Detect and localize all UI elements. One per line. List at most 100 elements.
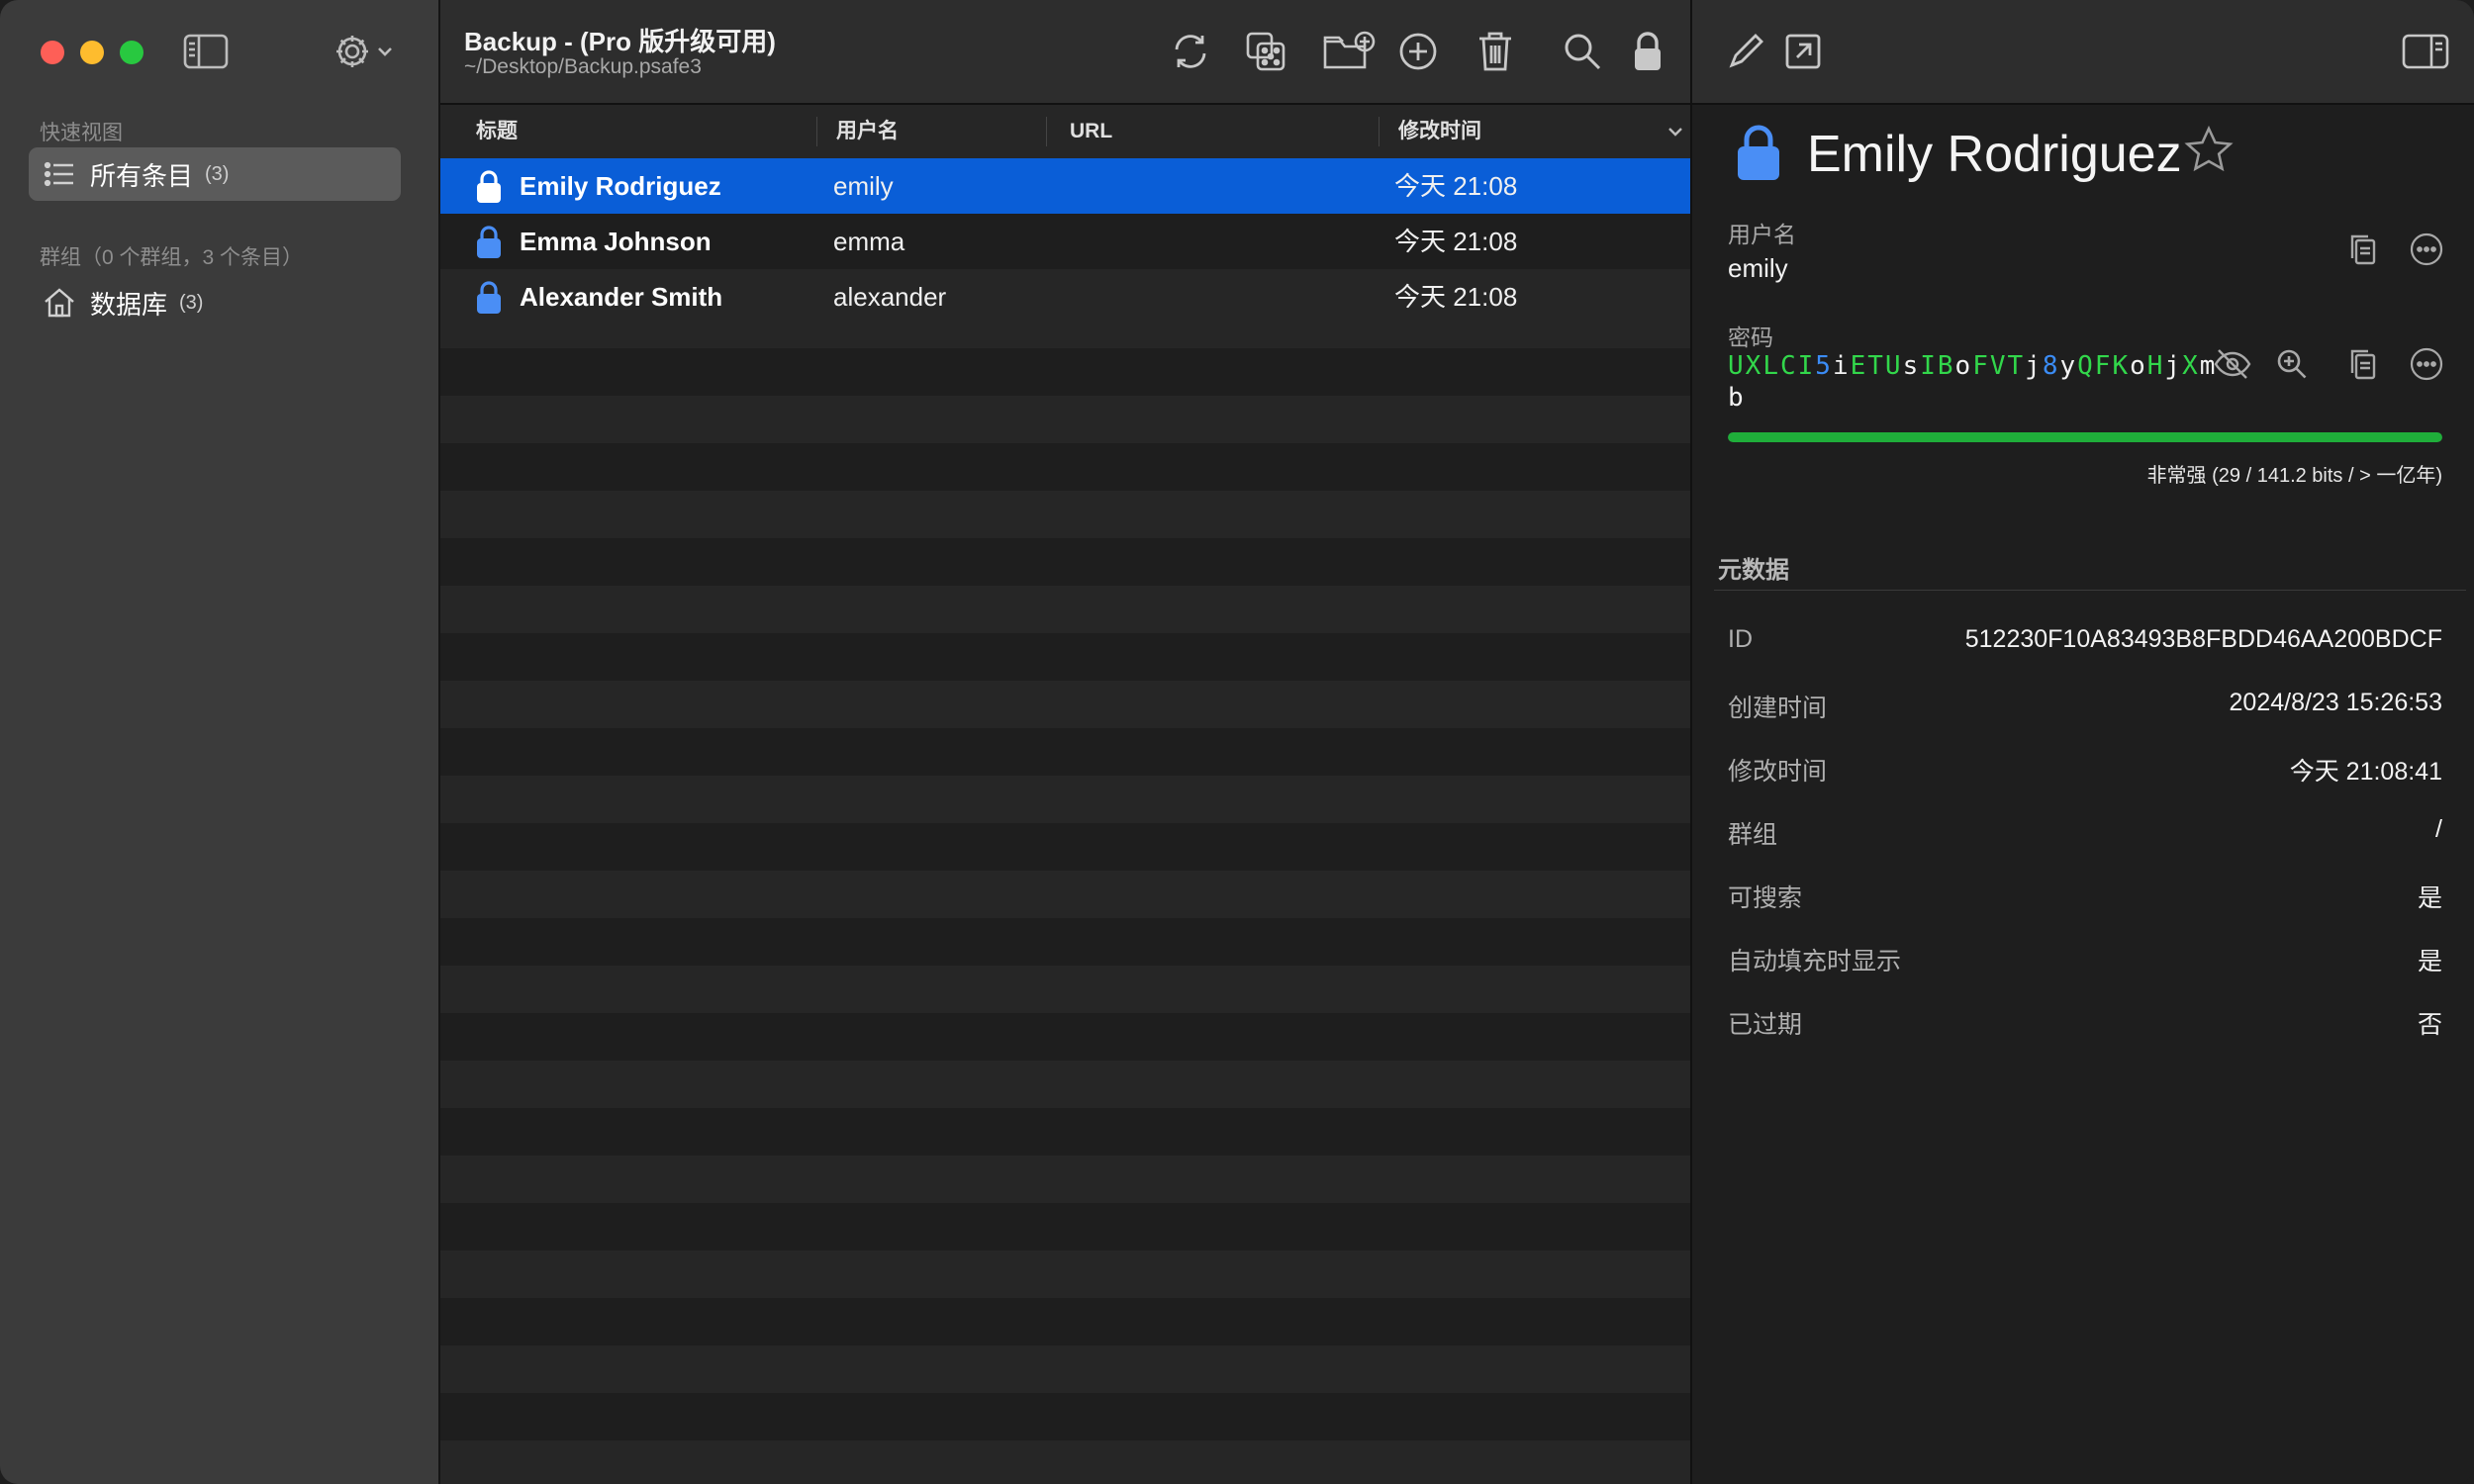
- copy-icon[interactable]: [2345, 346, 2381, 382]
- password-char: V: [1989, 351, 2008, 381]
- password-char: s: [1902, 351, 1921, 381]
- table-row[interactable]: Emily Rodriguez emily 今天 21:08: [440, 158, 1690, 214]
- sidebar-item-count: (3): [179, 291, 204, 314]
- sidebar-item-label: 所有条目: [90, 160, 194, 191]
- password-char: H: [2146, 351, 2165, 381]
- entry-title: Emily Rodriguez: [520, 171, 721, 201]
- search-icon[interactable]: [1559, 28, 1606, 75]
- table-row[interactable]: Emma Johnson emma 今天 21:08: [440, 214, 1690, 269]
- username-value[interactable]: emily: [1728, 253, 1788, 284]
- copy-icon[interactable]: [2345, 232, 2381, 267]
- lock-icon: [474, 168, 504, 204]
- more-options-icon[interactable]: [2409, 346, 2444, 382]
- gear-icon: [333, 32, 372, 71]
- entry-title: Emma Johnson: [520, 227, 712, 256]
- close-window-button[interactable]: [41, 41, 64, 64]
- password-char: E: [1850, 351, 1868, 381]
- minimize-window-button[interactable]: [80, 41, 104, 64]
- star-icon[interactable]: [2183, 125, 2235, 176]
- metadata-value: 512230F10A83493B8FBDD46AA200BDCF: [1964, 625, 2442, 653]
- metadata-value: 否: [2417, 1011, 2442, 1039]
- sidebar: 快速视图 所有条目 (3) 群组（0 个群组，3 个条目） 数据库 (3): [0, 0, 440, 1484]
- metadata-row: 自动填充时显示 是: [1728, 942, 2442, 981]
- sidebar-item-all-items[interactable]: 所有条目 (3): [29, 147, 401, 201]
- lock-icon[interactable]: [1624, 28, 1671, 75]
- password-char: o: [2130, 351, 2147, 381]
- column-separator[interactable]: [1379, 117, 1380, 146]
- password-strength-text: 非常强 (29 / 141.2 bits / > 一亿年): [2146, 465, 2442, 487]
- metadata-row: 群组 /: [1728, 815, 2442, 855]
- metadata-key: 修改时间: [1728, 758, 1828, 786]
- app-window: 快速视图 所有条目 (3) 群组（0 个群组，3 个条目） 数据库 (3) Ba…: [0, 0, 2474, 1484]
- entry-modified: 今天 21:08: [1394, 227, 1518, 256]
- zoom-window-button[interactable]: [120, 41, 143, 64]
- column-separator[interactable]: [816, 117, 817, 146]
- metadata-row: 创建时间 2024/8/23 15:26:53: [1728, 689, 2442, 728]
- window-subtitle: ~/Desktop/Backup.psafe3: [464, 55, 702, 78]
- password-char: Q: [2077, 351, 2095, 381]
- entry-list-pane: Backup - (Pro 版升级可用) ~/Desktop/Backup.ps…: [440, 0, 1690, 1484]
- quick-view-heading: 快速视图: [40, 122, 123, 144]
- column-url[interactable]: URL: [1070, 105, 1112, 158]
- entry-modified: 今天 21:08: [1394, 282, 1518, 312]
- home-icon: [43, 286, 76, 320]
- password-char: 5: [1815, 351, 1833, 381]
- password-strength-bar: [1728, 432, 2442, 442]
- sort-chevron-icon[interactable]: [1666, 123, 1684, 140]
- password-strength-fill: [1728, 432, 2442, 442]
- entry-username: emily: [833, 171, 894, 201]
- metadata-row: 修改时间 今天 21:08:41: [1728, 752, 2442, 791]
- metadata-value: 是: [2417, 884, 2442, 912]
- metadata-row: ID 512230F10A83493B8FBDD46AA200BDCF: [1728, 625, 2442, 665]
- password-char: j: [2025, 351, 2043, 381]
- settings-menu-button[interactable]: [333, 30, 402, 73]
- column-separator[interactable]: [1046, 117, 1047, 146]
- edit-pencil-icon[interactable]: [1724, 30, 1767, 73]
- sync-icon[interactable]: [1167, 28, 1214, 75]
- password-char: T: [1867, 351, 1885, 381]
- sidebar-item-count: (3): [205, 162, 230, 185]
- password-char: U: [1728, 351, 1746, 381]
- lock-icon: [1734, 121, 1783, 182]
- entry-username: alexander: [833, 282, 947, 312]
- detail-toolbar: [1692, 0, 2474, 105]
- password-char: y: [2059, 351, 2078, 381]
- table-row[interactable]: Alexander Smith alexander 今天 21:08: [440, 269, 1690, 325]
- column-username[interactable]: 用户名: [836, 105, 899, 158]
- metadata-value: 2024/8/23 15:26:53: [2229, 689, 2442, 716]
- password-char: i: [1832, 351, 1851, 381]
- entry-modified: 今天 21:08: [1394, 171, 1518, 201]
- metadata-value: /: [2435, 815, 2442, 843]
- password-char: K: [2112, 351, 2131, 381]
- password-char: F: [2094, 351, 2113, 381]
- zoom-password-icon[interactable]: [2274, 346, 2310, 382]
- divider: [1714, 590, 2466, 591]
- more-options-icon[interactable]: [2409, 232, 2444, 267]
- password-char: L: [1762, 351, 1780, 381]
- password-label: 密码: [1728, 325, 1773, 350]
- entry-title: Alexander Smith: [520, 282, 723, 312]
- password-char: F: [1972, 351, 1990, 381]
- password-char: X: [2182, 351, 2200, 381]
- password-char: j: [2164, 351, 2183, 381]
- sidebar-item-database[interactable]: 数据库 (3): [29, 276, 401, 329]
- hide-password-icon[interactable]: [2213, 346, 2252, 382]
- trash-icon[interactable]: [1472, 28, 1519, 75]
- password-char: 8: [2042, 351, 2060, 381]
- inspector-toggle-icon[interactable]: [2401, 30, 2450, 73]
- metadata-row: 可搜索 是: [1728, 879, 2442, 918]
- metadata-key: 已过期: [1728, 1011, 1803, 1039]
- metadata-key: 自动填充时显示: [1728, 948, 1902, 975]
- column-modified[interactable]: 修改时间: [1398, 105, 1481, 158]
- metadata-key: 可搜索: [1728, 884, 1803, 912]
- password-char: o: [1954, 351, 1973, 381]
- add-icon[interactable]: [1394, 28, 1442, 75]
- password-char: T: [2007, 351, 2026, 381]
- password-value[interactable]: UXLCI5iETUsIBoFVTj8yQFKoHjXmb: [1728, 350, 2223, 414]
- dice-icon[interactable]: [1242, 28, 1289, 75]
- entry-table: Emily Rodriguez emily 今天 21:08 Emma John…: [440, 158, 1690, 1484]
- open-external-icon[interactable]: [1781, 30, 1825, 73]
- sidebar-toggle-icon[interactable]: [182, 32, 230, 71]
- new-folder-icon[interactable]: [1321, 28, 1377, 75]
- column-title[interactable]: 标题: [476, 105, 518, 158]
